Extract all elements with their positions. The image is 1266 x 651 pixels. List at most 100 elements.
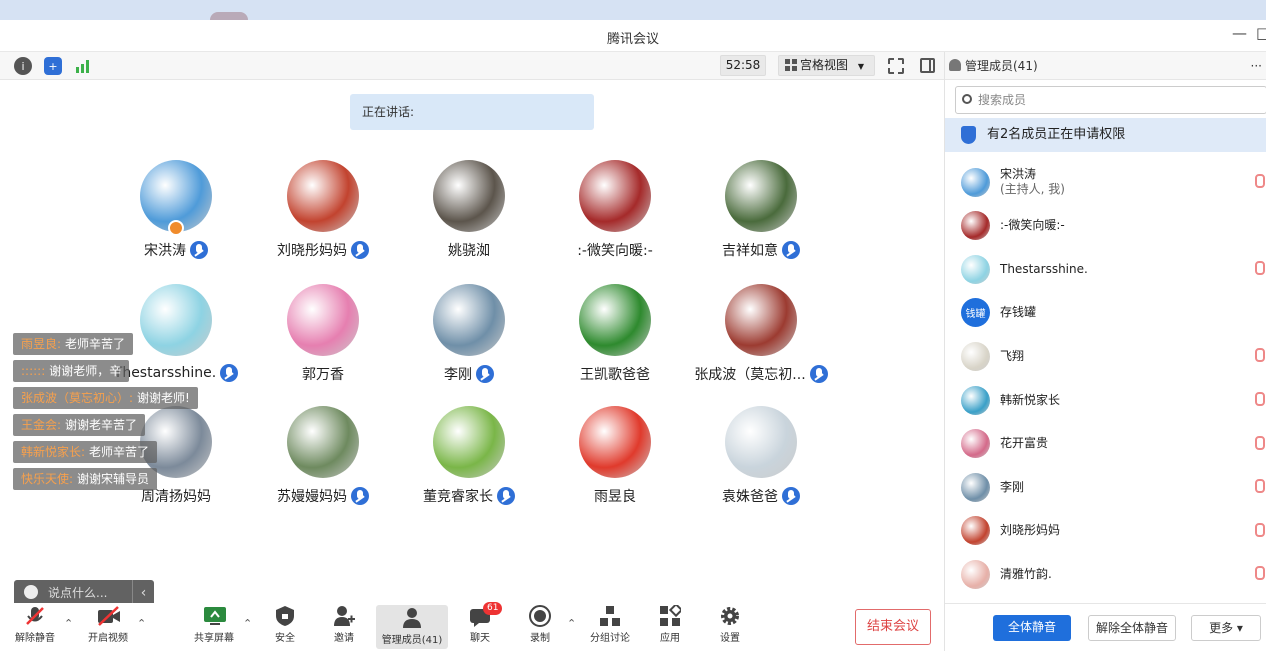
member-search-input[interactable]: 搜索成员: [955, 86, 1266, 114]
participant-tile[interactable]: 姚骁洳: [396, 160, 542, 260]
participant-name-row: 苏嫚嫚妈妈: [250, 486, 396, 506]
member-mic-off-icon[interactable]: [1255, 261, 1265, 276]
participant-name-row: 雨昱良: [542, 486, 688, 506]
chat-message: 王金会: 谢谢老辛苦了: [13, 414, 146, 436]
title-bar: 腾讯会议 — □: [0, 20, 1266, 52]
member-row[interactable]: 钱罐 存钱罐: [961, 295, 1261, 331]
participant-tile[interactable]: 董竞睿家长: [396, 406, 542, 506]
participant-tile[interactable]: 吉祥如意: [688, 160, 834, 260]
info-icon[interactable]: i: [14, 57, 32, 75]
start-video-button[interactable]: 开启视频: [82, 605, 134, 644]
member-row[interactable]: 韩新悦家长: [961, 382, 1265, 418]
member-mic-off-icon[interactable]: [1255, 566, 1265, 581]
manage-members-button[interactable]: 管理成员(41): [376, 605, 448, 649]
chat-sender: 雨昱良:: [21, 337, 62, 351]
maximize-button[interactable]: □: [1256, 24, 1266, 42]
unmute-button[interactable]: 解除静音: [10, 605, 60, 644]
unmute-all-button[interactable]: 解除全体静音: [1088, 615, 1176, 641]
member-mic-off-icon[interactable]: [1255, 522, 1265, 537]
participant-tile[interactable]: 李刚: [396, 284, 542, 384]
member-row[interactable]: Thestarsshine.: [961, 251, 1265, 287]
breakout-button[interactable]: 分组讨论: [586, 605, 634, 644]
audio-options-chevron-icon[interactable]: ⌃: [64, 617, 73, 630]
member-row[interactable]: 宋洪涛 (主持人, 我): [961, 164, 1265, 200]
chat-button[interactable]: 61 聊天: [464, 602, 503, 644]
member-mic-off-icon[interactable]: [1255, 479, 1265, 494]
mic-off-icon: [24, 605, 46, 627]
video-options-chevron-icon[interactable]: ⌃: [137, 617, 146, 630]
member-avatar: 钱罐: [961, 298, 990, 328]
participant-tile[interactable]: 张成波（莫忘初...: [688, 284, 834, 384]
participant-tile[interactable]: 郭万香: [250, 284, 396, 384]
member-avatar: [961, 211, 990, 241]
participant-name: 雨昱良: [594, 489, 636, 505]
bottom-bar: 解除静音 ⌃ 开启视频 ⌃ 共享屏幕 ⌃ 安全 邀请 管理成员(41) 61 聊…: [0, 602, 944, 651]
video-grid: 正在讲话: 宋洪涛 刘晓彤妈妈 姚骁洳:-微笑向暖:- 吉祥如意 Thestarsshi…: [0, 80, 944, 606]
participant-tile[interactable]: :-微笑向暖:-: [542, 160, 688, 260]
record-options-chevron-icon[interactable]: ⌃: [567, 617, 576, 630]
member-name: 清雅竹韵.: [1000, 566, 1052, 581]
emoji-icon[interactable]: [24, 585, 38, 599]
breakout-icon: [599, 605, 621, 627]
member-mic-off-icon[interactable]: [1255, 392, 1265, 406]
participant-name: :-微笑向暖:-: [577, 243, 653, 259]
avatar: [287, 160, 359, 232]
member-name-block: 花开富贵: [1000, 436, 1048, 451]
signal-icon[interactable]: [74, 57, 92, 75]
mic-on-icon: [809, 365, 828, 383]
member-mic-off-icon[interactable]: [1255, 174, 1265, 188]
avatar: [725, 284, 797, 356]
sidebar-toggle-icon[interactable]: [920, 58, 935, 73]
host-badge-icon: [168, 220, 184, 236]
member-row[interactable]: 李刚: [961, 469, 1265, 505]
minimize-button[interactable]: —: [1232, 24, 1247, 42]
participant-tile[interactable]: 袁姝爸爸: [688, 406, 834, 506]
share-screen-button[interactable]: 共享屏幕: [190, 605, 238, 644]
member-row[interactable]: 清雅竹韵.: [961, 556, 1265, 592]
fullscreen-icon[interactable]: [888, 58, 904, 74]
settings-button[interactable]: 设置: [716, 605, 744, 644]
participant-tile[interactable]: 刘晓彤妈妈: [250, 160, 396, 260]
avatar: [433, 160, 505, 232]
member-avatar: [961, 254, 990, 284]
participant-tile[interactable]: 雨昱良: [542, 406, 688, 506]
participant-tile[interactable]: 王凯歌爸爸: [542, 284, 688, 384]
member-mic-off-icon[interactable]: [1255, 348, 1265, 363]
unmute-label: 解除静音: [15, 633, 55, 644]
chat-badge: 61: [483, 602, 503, 615]
security-button[interactable]: 安全: [268, 605, 302, 644]
member-row[interactable]: 花开富贵: [961, 426, 1265, 462]
participant-name: 吉祥如意: [722, 243, 778, 259]
chat-text: 谢谢宋辅导员: [77, 472, 150, 486]
member-row[interactable]: :-微笑向暖:-: [961, 208, 1261, 244]
view-mode-select[interactable]: 宫格视图 ▼: [778, 55, 875, 76]
invite-button[interactable]: 邀请: [327, 605, 361, 644]
avatar: [579, 160, 651, 232]
end-meeting-button[interactable]: 结束会议: [855, 609, 931, 645]
more-button[interactable]: 更多 ▾: [1191, 615, 1261, 641]
record-button[interactable]: 录制: [524, 605, 556, 644]
member-row[interactable]: 飞翔: [961, 338, 1265, 374]
member-avatar-initial: 钱罐: [965, 309, 986, 321]
member-row[interactable]: 刘晓彤妈妈: [961, 513, 1265, 549]
share-options-chevron-icon[interactable]: ⌃: [243, 617, 252, 630]
member-avatar: [961, 341, 990, 371]
mute-all-button[interactable]: 全体静音: [993, 615, 1071, 641]
more-options-icon[interactable]: ···: [1251, 52, 1262, 80]
member-role: (主持人, 我): [1000, 182, 1065, 196]
chat-message: :::::: 谢谢老师，辛: [13, 360, 130, 382]
participant-tile[interactable]: 苏嫚嫚妈妈: [250, 406, 396, 506]
desktop-blob: [210, 12, 248, 20]
mic-on-icon: [782, 241, 800, 259]
member-name: 花开富贵: [1000, 436, 1049, 451]
participant-tile[interactable]: 宋洪涛: [103, 160, 249, 260]
permission-request-notice[interactable]: 有2名成员正在申请权限: [945, 118, 1266, 152]
avatar: [140, 160, 212, 236]
shield-icon[interactable]: +: [44, 57, 62, 75]
chat-sender: 张成波（莫忘初心）:: [21, 391, 134, 405]
apps-button[interactable]: 应用: [656, 602, 684, 644]
mic-on-icon: [190, 241, 208, 259]
chat-message: 韩新悦家长: 老师辛苦了: [13, 441, 158, 463]
record-label: 录制: [530, 633, 550, 644]
member-mic-off-icon[interactable]: [1255, 435, 1265, 450]
